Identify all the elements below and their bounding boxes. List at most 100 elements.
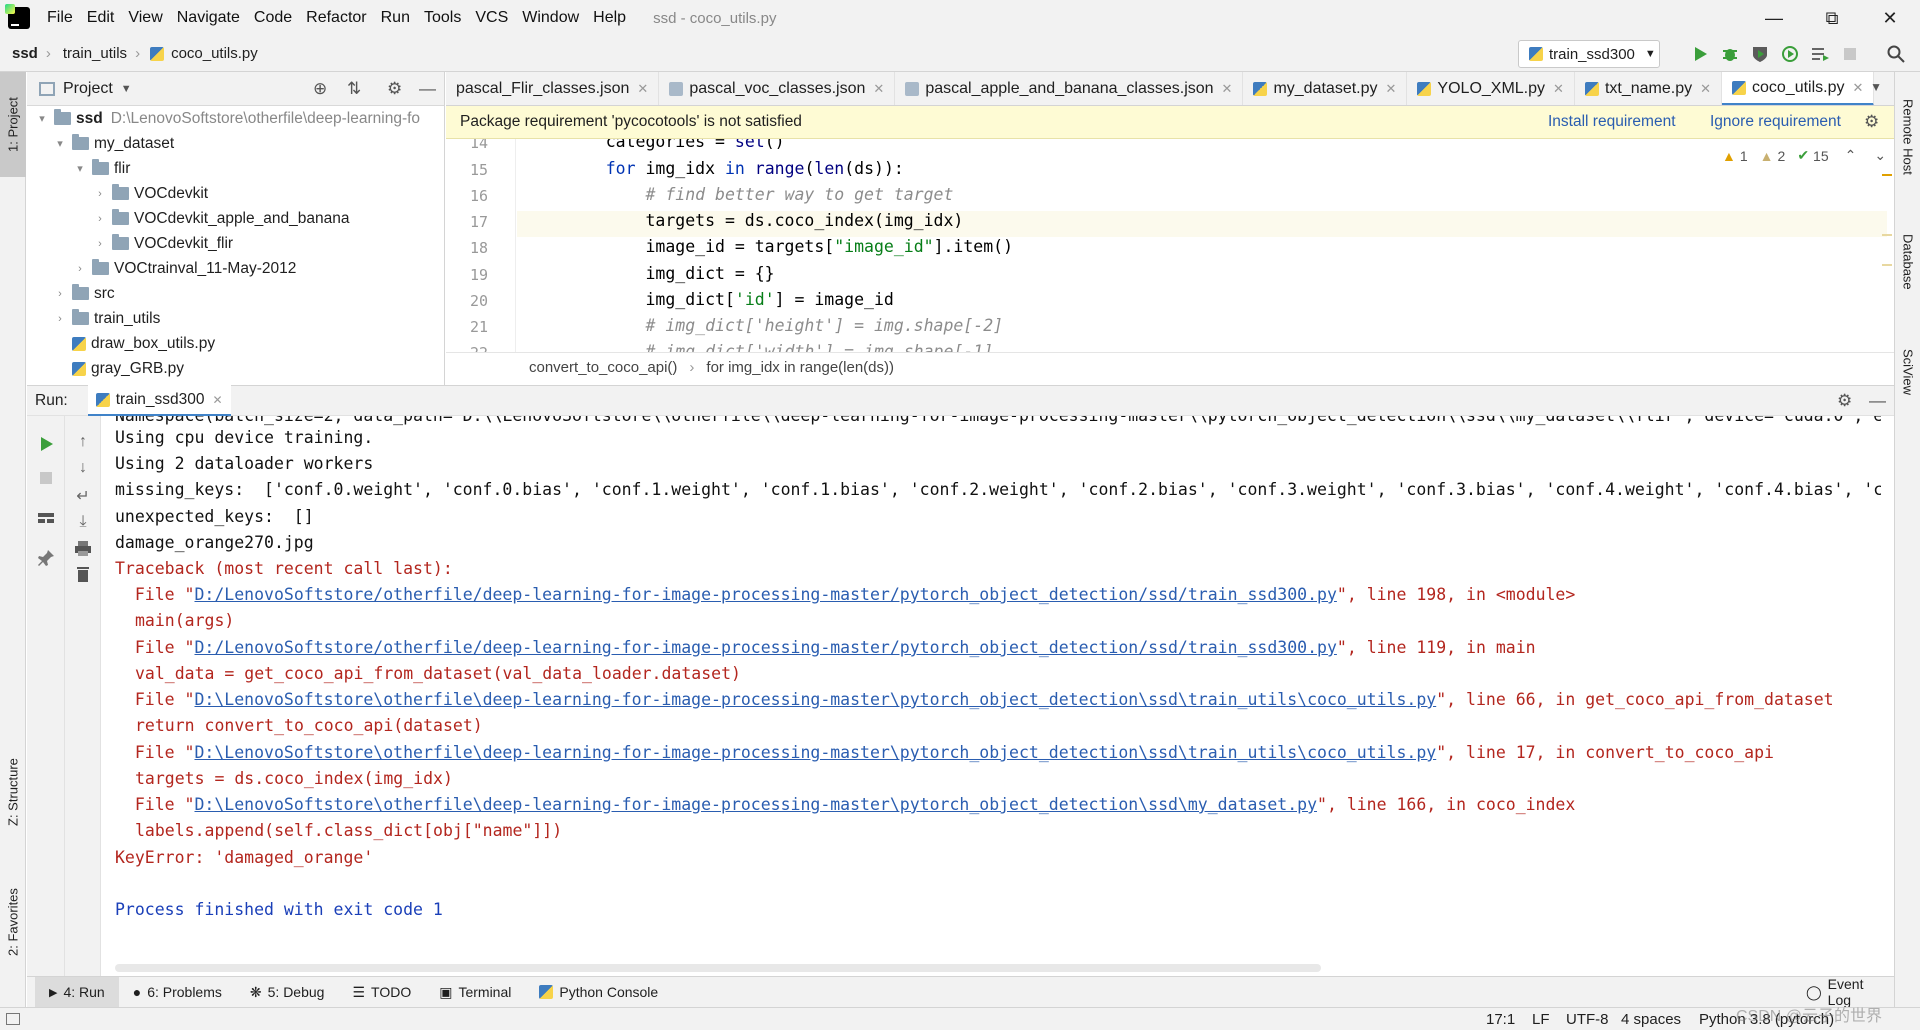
arrow-down-icon[interactable]: ↓	[73, 458, 93, 478]
tree-item[interactable]: › src	[53, 281, 115, 306]
tree-item[interactable]: ▾ flir	[73, 156, 130, 181]
trash-icon[interactable]	[73, 564, 93, 584]
tree-item[interactable]: draw_box_utils.py	[53, 331, 215, 356]
menu-view[interactable]: View	[121, 9, 169, 27]
file-encoding[interactable]: UTF-8	[1566, 1011, 1609, 1028]
tree-item[interactable]: › VOCdevkit_flir	[93, 231, 233, 256]
project-panel-title[interactable]: Project	[63, 80, 113, 98]
restore-icon[interactable]: ⧉	[1803, 0, 1861, 36]
scroll-to-end-icon[interactable]: ⤓	[73, 512, 93, 532]
tool-tab-python-console[interactable]: Python Console	[525, 977, 672, 1008]
caret-position[interactable]: 17:1	[1486, 1011, 1515, 1028]
close-icon[interactable]: ✕	[1222, 81, 1233, 97]
hide-panel-icon[interactable]: —	[1869, 391, 1886, 411]
code-editor[interactable]: 14 15 16 17 18 19 20 21 22 categories = …	[446, 139, 1894, 352]
chevron-down-icon[interactable]: ▼	[1870, 80, 1882, 94]
close-icon[interactable]: ✕	[1853, 80, 1864, 96]
pin-icon[interactable]	[36, 548, 56, 568]
error-stripe-mark[interactable]	[1882, 264, 1892, 266]
chevron-right-icon[interactable]: ›	[93, 188, 107, 200]
error-stripe-mark[interactable]	[1882, 174, 1892, 176]
close-icon[interactable]: ✕	[1386, 81, 1397, 97]
debug-icon[interactable]	[1720, 44, 1740, 64]
chevron-right-icon[interactable]: ›	[93, 213, 107, 225]
breadcrumb-coco-utils[interactable]: coco_utils.py	[171, 45, 258, 62]
gear-icon[interactable]: ⚙	[1837, 391, 1852, 411]
traceback-file-link[interactable]: D:/LenovoSoftstore/otherfile/deep-learni…	[194, 638, 1336, 657]
chevron-right-icon[interactable]: ›	[73, 263, 87, 275]
chevron-right-icon[interactable]: ›	[53, 288, 67, 300]
tab-coco-utils[interactable]: coco_utils.py ✕	[1722, 72, 1875, 105]
locate-icon[interactable]: ⊕	[313, 79, 327, 99]
horizontal-scrollbar[interactable]	[115, 964, 1321, 972]
traceback-file-link[interactable]: D:\LenovoSoftstore\otherfile\deep-learni…	[194, 795, 1317, 814]
tree-item[interactable]: › VOCtrainval_11-May-2012	[73, 256, 296, 281]
tree-item[interactable]: › VOCdevkit	[93, 181, 208, 206]
menu-tools[interactable]: Tools	[417, 9, 468, 27]
profile-icon[interactable]	[1780, 44, 1800, 64]
print-icon[interactable]	[73, 538, 93, 558]
tree-item[interactable]: ▾ ssd D:\LenovoSoftstore\otherfile\deep-le…	[35, 106, 420, 131]
run-icon[interactable]	[1690, 44, 1710, 64]
minimize-icon[interactable]: —	[1745, 0, 1803, 36]
close-icon[interactable]: ✕	[873, 81, 884, 97]
chevron-right-icon[interactable]: ›	[93, 238, 107, 250]
soft-wrap-icon[interactable]: ↵	[73, 486, 93, 506]
tool-tab-run[interactable]: ▶ 4: Run	[35, 976, 119, 1008]
tab-my-dataset[interactable]: my_dataset.py ✕	[1243, 72, 1408, 105]
run-tab[interactable]: train_ssd300 ✕	[87, 385, 231, 416]
gear-icon[interactable]: ⚙	[1864, 112, 1879, 132]
menu-code[interactable]: Code	[247, 9, 299, 27]
menu-window[interactable]: Window	[515, 9, 586, 27]
traceback-file-link[interactable]: D:\LenovoSoftstore\otherfile\deep-learni…	[194, 690, 1436, 709]
gear-icon[interactable]: ⚙	[387, 79, 402, 99]
tool-tab-project[interactable]: 1: Project	[0, 72, 26, 177]
line-separator[interactable]: LF	[1532, 1011, 1550, 1028]
tab-pascal-apple-banana-classes[interactable]: pascal_apple_and_banana_classes.json ✕	[895, 72, 1244, 105]
hide-panel-icon[interactable]: —	[419, 79, 436, 99]
tool-tab-problems[interactable]: ● 6: Problems	[119, 977, 236, 1008]
chevron-up-icon[interactable]: ⌃	[1845, 147, 1857, 164]
coverage-icon[interactable]	[1750, 44, 1770, 64]
close-icon[interactable]: ✕	[1553, 81, 1564, 97]
traceback-file-link[interactable]: D:/LenovoSoftstore/otherfile/deep-learni…	[194, 585, 1336, 604]
chevron-down-icon[interactable]: ⌄	[1874, 147, 1886, 164]
close-icon[interactable]: ✕	[1861, 0, 1919, 36]
tab-pascal-voc-classes[interactable]: pascal_voc_classes.json ✕	[659, 72, 896, 105]
breadcrumb-ssd[interactable]: ssd	[12, 45, 38, 62]
rerun-icon[interactable]	[36, 434, 56, 454]
stop-icon[interactable]	[36, 468, 56, 488]
chevron-down-icon[interactable]: ▾	[53, 137, 67, 150]
chevron-down-icon[interactable]: ▾	[73, 162, 87, 175]
tool-tab-sciview[interactable]: SciView	[1895, 322, 1920, 422]
chevron-down-icon[interactable]: ▼	[121, 83, 132, 95]
menu-run[interactable]: Run	[374, 9, 417, 27]
tool-tab-favorites[interactable]: 2: Favorites	[0, 862, 26, 982]
menu-help[interactable]: Help	[586, 9, 633, 27]
chevron-right-icon[interactable]: ›	[53, 313, 67, 325]
chevron-down-icon[interactable]: ▾	[35, 112, 49, 125]
build-icon[interactable]	[1810, 44, 1830, 64]
inspection-widget[interactable]: ▲ 1 ▲ 2 ✔ 15 ⌃ ⌄	[1722, 147, 1886, 164]
traceback-file-link[interactable]: D:\LenovoSoftstore\otherfile\deep-learni…	[194, 743, 1436, 762]
search-icon[interactable]	[1886, 44, 1906, 64]
tab-txt-name[interactable]: txt_name.py ✕	[1575, 72, 1722, 105]
tool-tab-structure[interactable]: Z: Structure	[0, 732, 26, 852]
tool-tab-debug[interactable]: ❋ 5: Debug	[236, 977, 339, 1008]
tool-tab-terminal[interactable]: ▣ Terminal	[425, 977, 525, 1008]
close-icon[interactable]: ✕	[637, 81, 648, 97]
tree-item[interactable]: ▾ my_dataset	[53, 131, 174, 156]
breadcrumb-function[interactable]: convert_to_coco_api()	[529, 359, 677, 376]
close-icon[interactable]: ✕	[213, 393, 223, 407]
tool-tab-remote-host[interactable]: Remote Host	[1895, 82, 1920, 192]
error-stripe-mark[interactable]	[1882, 234, 1892, 236]
tree-item[interactable]: gray_GRB.py	[53, 356, 184, 381]
menu-file[interactable]: File	[40, 9, 80, 27]
layout-icon[interactable]	[36, 508, 56, 528]
tree-item[interactable]: › VOCdevkit_apple_and_banana	[93, 206, 349, 231]
collapse-all-icon[interactable]: ⇅	[347, 79, 361, 99]
run-config-select[interactable]: train_ssd300 ▼	[1518, 40, 1660, 68]
close-icon[interactable]: ✕	[1700, 81, 1711, 97]
run-console-output[interactable]: Namespace(batch_size=2, data_path='D:\\L…	[101, 416, 1881, 976]
tool-tab-database[interactable]: Database	[1895, 212, 1920, 312]
